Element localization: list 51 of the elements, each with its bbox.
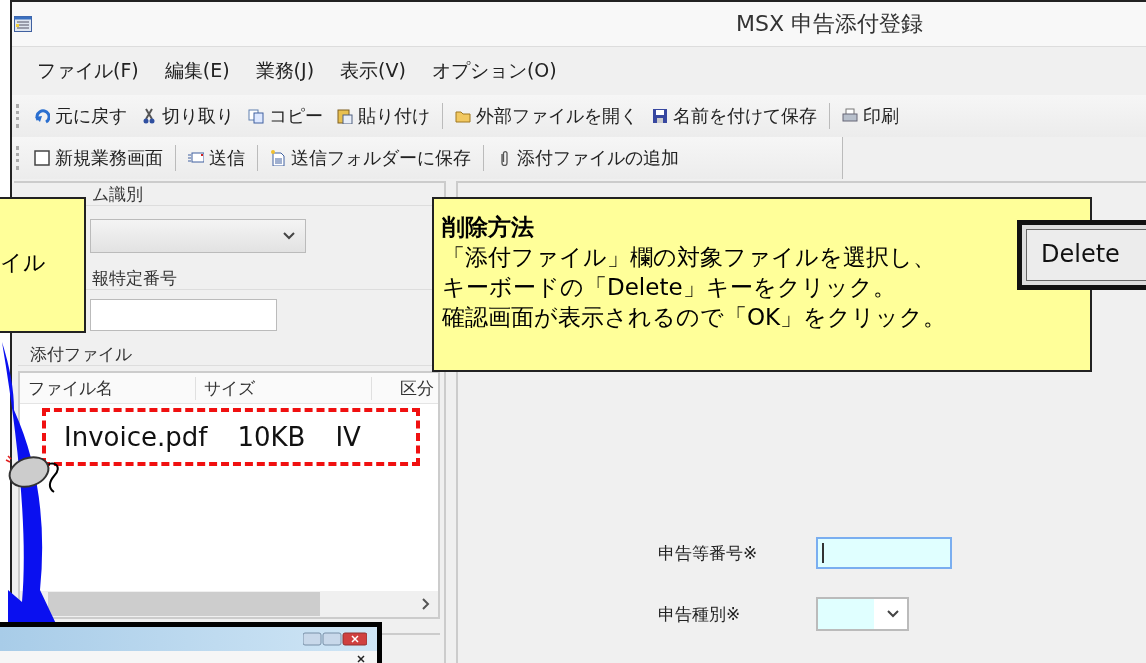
table-cell: 10KB <box>237 422 306 452</box>
dropdown[interactable] <box>816 597 909 631</box>
chevron-down-icon <box>283 232 295 240</box>
close-icon <box>357 655 365 663</box>
toolbar-button[interactable]: コピー <box>246 102 325 130</box>
toolbar-button[interactable]: 切り取り <box>139 102 236 130</box>
scissors-icon <box>141 108 157 124</box>
toolbar-button[interactable]: 添付ファイルの追加 <box>494 144 681 172</box>
table-cell: Invoice.pdf <box>64 422 208 452</box>
toolbar-button[interactable]: 新規業務画面 <box>32 144 165 172</box>
window-title: MSX 申告添付登録 <box>736 10 923 38</box>
toolbar-button[interactable]: 貼り付け <box>335 102 432 130</box>
menu-item[interactable]: ファイル(F) <box>37 56 139 86</box>
text-field[interactable] <box>90 299 277 331</box>
printer-icon <box>842 108 858 124</box>
undo-icon <box>34 108 50 124</box>
keyboard-key: Delete <box>1017 220 1146 290</box>
app-icon <box>14 16 32 32</box>
toolbar-button[interactable]: 元に戻す <box>32 102 129 130</box>
column-header[interactable]: ファイル名 <box>20 376 196 400</box>
chevron-right-icon <box>422 598 430 610</box>
window-controls-icon <box>303 632 367 646</box>
clipboard-icon <box>337 108 353 124</box>
toolbar-button[interactable]: 名前を付けて保存 <box>650 102 819 130</box>
toolbar-button[interactable]: 送信フォルダーに保存 <box>268 144 473 172</box>
menu-item[interactable]: 業務(J) <box>255 56 315 86</box>
menu-item[interactable]: 表示(V) <box>340 56 406 86</box>
chevron-down-icon <box>887 610 899 618</box>
callout-text: 「添付ファイル」欄の対象ファイルを選択し、 <box>442 242 936 272</box>
input-field[interactable] <box>816 537 952 569</box>
document-icon <box>270 150 286 166</box>
blank-page-icon <box>34 150 50 166</box>
table-cell: IV <box>335 422 361 452</box>
copy-icon <box>248 108 264 124</box>
callout-title: 削除方法 <box>442 213 534 242</box>
folder-icon <box>455 108 471 124</box>
menu-item[interactable]: 編集(E) <box>164 56 230 86</box>
envelope-icon <box>188 150 204 166</box>
callout-text: 確認画面が表示されるので「OK」をクリック。 <box>442 302 947 332</box>
floppy-icon <box>652 108 668 124</box>
toolbar-button[interactable]: 印刷 <box>840 102 901 130</box>
toolbar-button[interactable]: 外部ファイルを開く <box>453 102 640 130</box>
dropdown[interactable] <box>90 219 306 253</box>
column-header[interactable]: サイズ <box>196 376 372 400</box>
callout-text: キーボードの「Delete」キーをクリック。 <box>442 272 896 302</box>
field-label: 申告等番号※ <box>658 541 759 565</box>
column-header[interactable]: 区分 <box>372 376 438 400</box>
field-label: 申告種別※ <box>658 602 742 626</box>
horizontal-scrollbar[interactable] <box>20 591 438 617</box>
menu-item[interactable]: オプション(O) <box>431 56 557 86</box>
toolbar-button[interactable]: 送信 <box>186 144 247 172</box>
